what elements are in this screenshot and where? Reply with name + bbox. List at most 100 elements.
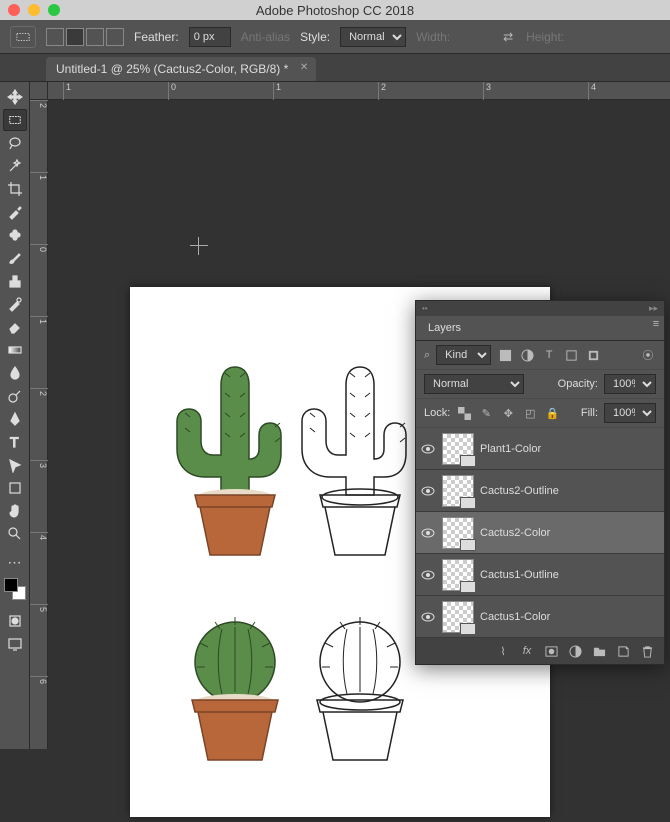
- delete-layer-icon[interactable]: [640, 644, 654, 658]
- layer-row[interactable]: Cactus1-Outline: [416, 554, 664, 596]
- visibility-icon[interactable]: [420, 441, 436, 457]
- ruler-tick: 1: [63, 82, 71, 100]
- layer-thumbnail[interactable]: [442, 559, 474, 591]
- filter-type-icon[interactable]: T: [541, 347, 557, 363]
- ruler-tick: 1: [30, 172, 48, 180]
- antialias-label: Anti-alias: [241, 30, 290, 44]
- filter-toggle-icon[interactable]: ⦿: [640, 347, 656, 363]
- lock-paint-icon[interactable]: ✎: [478, 405, 494, 421]
- current-tool-icon[interactable]: [10, 26, 36, 48]
- ruler-tick: 6: [30, 676, 48, 684]
- panel-grip-icon[interactable]: ••: [422, 304, 428, 313]
- edit-toolbar[interactable]: ⋯: [3, 551, 27, 573]
- filter-adjustment-icon[interactable]: [519, 347, 535, 363]
- shape-tool[interactable]: [3, 477, 27, 499]
- move-tool[interactable]: [3, 86, 27, 108]
- type-tool[interactable]: T: [3, 431, 27, 453]
- lock-label: Lock:: [424, 407, 450, 419]
- blur-tool[interactable]: [3, 362, 27, 384]
- new-layer-icon[interactable]: [616, 644, 630, 658]
- filter-shape-icon[interactable]: [563, 347, 579, 363]
- visibility-icon[interactable]: [420, 525, 436, 541]
- document-tab[interactable]: Untitled-1 @ 25% (Cactus2-Color, RGB/8) …: [46, 57, 316, 81]
- crop-tool[interactable]: [3, 178, 27, 200]
- stamp-tool[interactable]: [3, 270, 27, 292]
- swatch-intersect[interactable]: [106, 28, 124, 46]
- layer-row[interactable]: Plant1-Color: [416, 428, 664, 470]
- healing-tool[interactable]: [3, 224, 27, 246]
- close-tab-icon[interactable]: ✕: [300, 62, 308, 73]
- ruler-vertical[interactable]: 210123456: [30, 100, 48, 749]
- lock-artboard-icon[interactable]: ◰: [522, 405, 538, 421]
- layer-thumbnail[interactable]: [442, 475, 474, 507]
- filter-pixel-icon[interactable]: [497, 347, 513, 363]
- document-tab-label: Untitled-1 @ 25% (Cactus2-Color, RGB/8) …: [56, 62, 288, 76]
- ruler-tick: 5: [30, 604, 48, 612]
- layer-thumbnail[interactable]: [442, 601, 474, 633]
- blend-mode-select[interactable]: Normal: [424, 374, 524, 394]
- document-tab-bar: Untitled-1 @ 25% (Cactus2-Color, RGB/8) …: [0, 54, 670, 82]
- tools-panel: T ⋯: [0, 82, 30, 749]
- layer-row[interactable]: Cactus1-Color: [416, 596, 664, 638]
- filter-select[interactable]: Kind: [436, 345, 491, 365]
- layer-name: Plant1-Color: [480, 443, 541, 455]
- height-label: Height:: [526, 30, 564, 44]
- titlebar: Adobe Photoshop CC 2018: [0, 0, 670, 20]
- fgbg-colors[interactable]: [4, 578, 26, 600]
- hand-tool[interactable]: [3, 500, 27, 522]
- zoom-tool[interactable]: [3, 523, 27, 545]
- layers-tab[interactable]: Layers: [416, 316, 473, 340]
- layer-fx-icon[interactable]: fx: [520, 644, 534, 658]
- history-brush-tool[interactable]: [3, 293, 27, 315]
- layer-row[interactable]: Cactus2-Color: [416, 512, 664, 554]
- ruler-tick: 3: [483, 82, 491, 100]
- collapse-icon[interactable]: ▸▸: [649, 303, 658, 314]
- maximize-window-button[interactable]: [48, 4, 60, 16]
- gradient-tool[interactable]: [3, 339, 27, 361]
- feather-input[interactable]: [189, 27, 231, 47]
- app-title: Adobe Photoshop CC 2018: [256, 3, 414, 18]
- opacity-label: Opacity:: [558, 378, 598, 390]
- lock-transparency-icon[interactable]: [456, 405, 472, 421]
- layer-mask-icon[interactable]: [544, 644, 558, 658]
- ruler-corner: [30, 82, 48, 100]
- brush-tool[interactable]: [3, 247, 27, 269]
- layer-thumbnail[interactable]: [442, 433, 474, 465]
- filter-smart-icon[interactable]: [585, 347, 601, 363]
- layer-name: Cactus1-Outline: [480, 569, 559, 581]
- lock-position-icon[interactable]: ✥: [500, 405, 516, 421]
- swatch-fill[interactable]: [46, 28, 64, 46]
- dodge-tool[interactable]: [3, 385, 27, 407]
- minimize-window-button[interactable]: [28, 4, 40, 16]
- visibility-icon[interactable]: [420, 483, 436, 499]
- marquee-tool[interactable]: [3, 109, 27, 131]
- fill-label: Fill:: [581, 407, 598, 419]
- eyedropper-tool[interactable]: [3, 201, 27, 223]
- path-tool[interactable]: [3, 454, 27, 476]
- panel-menu-icon[interactable]: ≡: [648, 316, 664, 332]
- pen-tool[interactable]: [3, 408, 27, 430]
- eraser-tool[interactable]: [3, 316, 27, 338]
- fill-input[interactable]: 100%: [604, 403, 656, 423]
- swatch-new[interactable]: [66, 28, 84, 46]
- swatch-subtract[interactable]: [86, 28, 104, 46]
- lasso-tool[interactable]: [3, 132, 27, 154]
- layer-thumbnail[interactable]: [442, 517, 474, 549]
- layer-name: Cactus2-Color: [480, 527, 550, 539]
- style-select[interactable]: Normal: [340, 27, 406, 47]
- visibility-icon[interactable]: [420, 567, 436, 583]
- lock-all-icon[interactable]: 🔒: [544, 405, 560, 421]
- opacity-input[interactable]: 100%: [604, 374, 656, 394]
- link-layers-icon[interactable]: ⌇: [496, 644, 510, 658]
- ruler-tick: 4: [30, 532, 48, 540]
- magic-wand-tool[interactable]: [3, 155, 27, 177]
- screenmode-tool[interactable]: [3, 633, 27, 655]
- close-window-button[interactable]: [8, 4, 20, 16]
- quickmask-tool[interactable]: [3, 610, 27, 632]
- layer-group-icon[interactable]: [592, 644, 606, 658]
- layer-row[interactable]: Cactus2-Outline: [416, 470, 664, 512]
- layers-panel[interactable]: •• ▸▸ Layers ≡ ⌕ Kind T ⦿ Normal Opacity…: [415, 300, 665, 665]
- visibility-icon[interactable]: [420, 609, 436, 625]
- adjustment-layer-icon[interactable]: [568, 644, 582, 658]
- ruler-horizontal[interactable]: 1012345: [48, 82, 670, 100]
